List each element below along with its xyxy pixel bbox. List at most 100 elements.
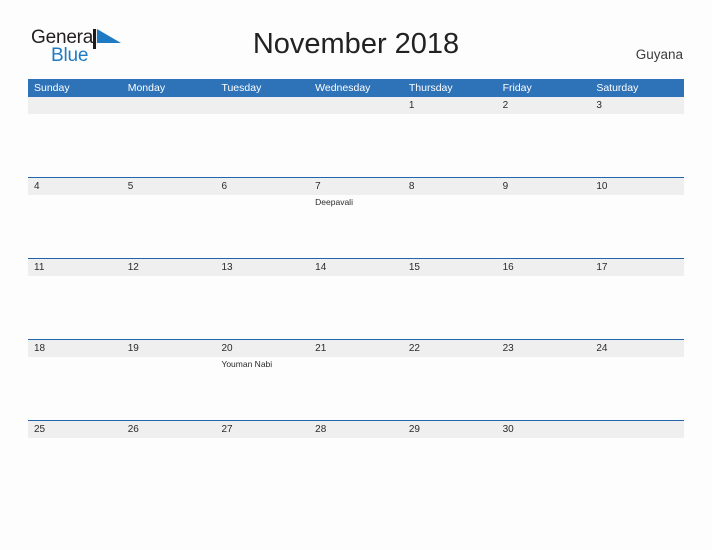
- day-events: [403, 114, 497, 116]
- day-cell-empty[interactable]: [309, 97, 403, 177]
- day-events: [309, 357, 403, 359]
- day-number: 17: [596, 262, 608, 273]
- day-events: [215, 438, 309, 440]
- day-cell-8[interactable]: 8: [402, 178, 497, 258]
- day-number-band: 9: [496, 178, 591, 195]
- day-number-band: 7: [309, 178, 403, 195]
- event-label: Youman Nabi: [221, 359, 273, 369]
- day-cell-3[interactable]: 3: [590, 97, 685, 177]
- day-number: 16: [502, 262, 514, 273]
- day-events: [590, 195, 684, 197]
- calendar-week-inner: 11 12 13 14 15 16 17: [28, 259, 685, 339]
- day-cell-30[interactable]: 30: [496, 421, 591, 501]
- day-cell-14[interactable]: 14: [309, 259, 403, 339]
- day-events: [403, 438, 497, 440]
- calendar-week-inner: 18 19 20 Youman Nabi 21 22 23 24: [28, 340, 685, 420]
- day-number-band: 10: [590, 178, 685, 195]
- day-cell-22[interactable]: 22: [402, 340, 497, 420]
- day-cell-27[interactable]: 27: [215, 421, 310, 501]
- day-number: 13: [221, 262, 233, 273]
- day-cell-empty[interactable]: [590, 421, 685, 501]
- day-number-band: 18: [28, 340, 122, 357]
- day-number: 10: [596, 181, 608, 192]
- day-cell-13[interactable]: 13: [215, 259, 310, 339]
- day-cell-23[interactable]: 23: [496, 340, 591, 420]
- calendar-week-row: 18 19 20 Youman Nabi 21 22 23 24: [28, 339, 685, 420]
- calendar-week-inner: 25 26 27 28 29 30: [28, 421, 685, 501]
- day-events: [309, 276, 403, 278]
- weekday-header-monday: Monday: [127, 82, 166, 94]
- day-cell-25[interactable]: 25: [28, 421, 122, 501]
- day-cell-7[interactable]: 7 Deepavali: [309, 178, 403, 258]
- day-number: 18: [34, 343, 46, 354]
- day-cell-29[interactable]: 29: [402, 421, 497, 501]
- day-number-band: [215, 97, 310, 114]
- day-cell-empty[interactable]: [215, 97, 310, 177]
- day-number: 30: [502, 424, 514, 435]
- day-number-band: 24: [590, 340, 685, 357]
- day-number: 23: [502, 343, 514, 354]
- day-cell-12[interactable]: 12: [121, 259, 216, 339]
- day-events: [403, 357, 497, 359]
- day-events: [215, 276, 309, 278]
- day-number-band: 16: [496, 259, 591, 276]
- day-number-band: 19: [121, 340, 216, 357]
- day-number-band: 21: [309, 340, 403, 357]
- day-events: [28, 357, 122, 359]
- day-cell-20[interactable]: 20 Youman Nabi: [215, 340, 310, 420]
- day-number: 7: [315, 181, 321, 192]
- day-events: [497, 195, 591, 197]
- day-cell-6[interactable]: 6: [215, 178, 310, 258]
- day-number: 3: [596, 100, 602, 111]
- day-cell-2[interactable]: 2: [496, 97, 591, 177]
- calendar-grid: Sunday Monday Tuesday Wednesday Thursday Frid…: [28, 79, 685, 501]
- day-cell-empty[interactable]: [28, 97, 122, 177]
- calendar-week-inner: 1 2 3: [28, 97, 685, 177]
- day-number-band: [590, 421, 685, 438]
- day-number-band: 23: [496, 340, 591, 357]
- calendar-week-row: 11 12 13 14 15 16 17: [28, 258, 685, 339]
- day-cell-4[interactable]: 4: [28, 178, 122, 258]
- day-events: [497, 114, 591, 116]
- day-events: [309, 114, 403, 116]
- calendar-week-row: 25 26 27 28 29 30: [28, 420, 685, 501]
- day-cell-17[interactable]: 17: [590, 259, 685, 339]
- day-number-band: 26: [121, 421, 216, 438]
- day-cell-26[interactable]: 26: [121, 421, 216, 501]
- day-cell-18[interactable]: 18: [28, 340, 122, 420]
- page-title: November 2018: [252, 28, 460, 60]
- day-number: 1: [408, 100, 415, 111]
- day-cell-5[interactable]: 5: [121, 178, 216, 258]
- day-cell-11[interactable]: 11: [28, 259, 122, 339]
- day-number-band: 15: [402, 259, 497, 276]
- day-number-band: 13: [215, 259, 310, 276]
- day-events: [590, 276, 684, 278]
- day-number-band: 2: [496, 97, 591, 114]
- day-cell-24[interactable]: 24: [590, 340, 685, 420]
- day-number: 8: [408, 181, 415, 192]
- day-number: 4: [34, 181, 40, 192]
- day-cell-empty[interactable]: [121, 97, 216, 177]
- day-number-band: 17: [590, 259, 685, 276]
- day-cell-16[interactable]: 16: [496, 259, 591, 339]
- day-cell-15[interactable]: 15: [402, 259, 497, 339]
- day-cell-28[interactable]: 28: [309, 421, 403, 501]
- day-events: [122, 195, 216, 197]
- day-number-band: 28: [309, 421, 403, 438]
- day-number: 11: [34, 262, 45, 273]
- day-cell-9[interactable]: 9: [496, 178, 591, 258]
- day-number-band: 30: [496, 421, 591, 438]
- day-cell-1[interactable]: 1: [402, 97, 497, 177]
- day-events: [215, 114, 309, 116]
- day-number-band: 1: [402, 97, 497, 114]
- day-events: [122, 276, 216, 278]
- day-cell-19[interactable]: 19: [121, 340, 216, 420]
- page-header: General Blue November 2018 Guyana: [0, 0, 712, 72]
- day-cell-21[interactable]: 21: [309, 340, 403, 420]
- day-number-band: [28, 97, 122, 114]
- calendar-weeks: 1 2 3 4 5 6 7 Deepavali 8 9 10 11 12 13 14 15 16 17 18 19 20…: [28, 97, 685, 501]
- day-number-band: 3: [590, 97, 685, 114]
- day-number-band: 11: [28, 259, 122, 276]
- day-cell-10[interactable]: 10: [590, 178, 685, 258]
- day-number-band: 8: [402, 178, 497, 195]
